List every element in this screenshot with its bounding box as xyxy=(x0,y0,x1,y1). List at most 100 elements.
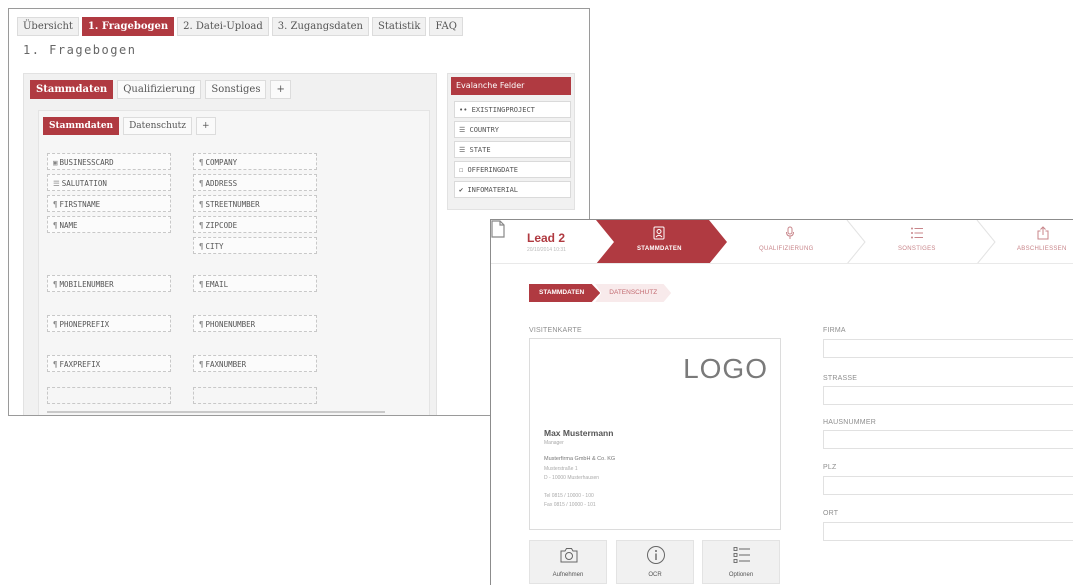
field-phoneprefix[interactable]: ¶ PHONEPREFIX xyxy=(47,315,171,332)
select-field-icon: ☰ xyxy=(53,179,60,188)
tab-zugangsdaten[interactable]: 3. Zugangsdaten xyxy=(271,17,369,36)
tab-datenschutz[interactable]: DATENSCHUTZ xyxy=(595,284,672,302)
field-zipcode[interactable]: ¶ ZIPCODE xyxy=(193,216,317,233)
text-field-icon: ¶ xyxy=(199,158,204,167)
options-list-icon xyxy=(733,547,750,563)
field-mobilenumber[interactable]: ¶ MOBILENUMBER xyxy=(47,275,171,292)
lead-title: Lead 2 xyxy=(527,231,566,245)
text-field-icon: ¶ xyxy=(53,320,58,329)
field-label: PHONEPREFIX xyxy=(59,320,110,329)
questionnaire-panel: Stammdaten Qualifizierung Sonstiges + St… xyxy=(23,73,437,415)
strasse-field[interactable] xyxy=(823,386,1073,405)
add-section-button[interactable]: + xyxy=(270,80,291,99)
contact-card-icon xyxy=(653,226,665,240)
empty-drop-zone[interactable] xyxy=(193,387,317,404)
text-field-icon: ¶ xyxy=(199,320,204,329)
options-label: Optionen xyxy=(728,572,754,578)
section-tab-stammdaten[interactable]: Stammdaten xyxy=(30,80,114,99)
field-city[interactable]: ¶ CITY xyxy=(193,237,317,254)
field-name[interactable]: ¶ NAME xyxy=(47,216,171,233)
card-logo: LOGO xyxy=(683,353,768,384)
page-tab-datenschutz[interactable]: Datenschutz xyxy=(123,117,193,135)
ocr-label: OCR xyxy=(648,572,662,578)
hausnummer-field[interactable] xyxy=(823,430,1073,449)
field-offeringdate[interactable]: ☐ OFFERINGDATE xyxy=(454,161,571,178)
main-tab-bar: Übersicht 1. Fragebogen 2. Datei-Upload … xyxy=(17,17,463,36)
tab-faq[interactable]: FAQ xyxy=(429,17,463,36)
field-infomaterial[interactable]: ✔ INFOMATERIAL xyxy=(454,181,571,198)
empty-drop-zone[interactable] xyxy=(47,387,171,404)
firma-field[interactable] xyxy=(823,339,1073,358)
field-businesscard[interactable]: ▣ BUSINESSCARD xyxy=(47,153,171,170)
options-button[interactable]: Optionen xyxy=(702,540,780,584)
field-state[interactable]: ☰ STATE xyxy=(454,141,571,158)
text-field-icon: ¶ xyxy=(199,242,204,251)
ort-label: ORT xyxy=(823,510,839,517)
field-label: BUSINESSCARD xyxy=(59,158,114,167)
step-label: SONSTIGES xyxy=(898,246,936,252)
strasse-label: STRASSE xyxy=(823,375,858,382)
field-firstname[interactable]: ¶ FIRSTNAME xyxy=(47,195,171,212)
firma-label: FIRMA xyxy=(823,327,846,334)
ort-field[interactable] xyxy=(823,522,1073,541)
field-label: COMPANY xyxy=(205,158,238,167)
select-field-icon: ☰ xyxy=(459,146,466,154)
microphone-icon xyxy=(786,226,794,239)
field-salutation[interactable]: ☰ SALUTATION xyxy=(47,174,171,191)
field-company[interactable]: ¶ COMPANY xyxy=(193,153,317,170)
tab-datei-upload[interactable]: 2. Datei-Upload xyxy=(177,17,269,36)
add-page-button[interactable]: + xyxy=(196,117,216,135)
tab-fragebogen[interactable]: 1. Fragebogen xyxy=(81,17,175,36)
page-tab-stammdaten[interactable]: Stammdaten xyxy=(43,117,120,135)
hausnummer-label: HAUSNUMMER xyxy=(823,419,876,426)
card-person-role: Manager xyxy=(544,440,564,446)
step-progress-bar: Lead 2 20/10/2014 10:31 STAMMDATEN QUALI… xyxy=(491,220,1073,264)
field-faxprefix[interactable]: ¶ FAXPREFIX xyxy=(47,355,171,372)
card-person-name: Max Mustermann xyxy=(544,428,614,438)
card-phone: Tel 0815 / 10000 - 100 xyxy=(544,493,594,499)
field-label: MOBILENUMBER xyxy=(59,280,114,289)
step-label: QUALIFIZIERUNG xyxy=(759,246,814,252)
field-email[interactable]: ¶ EMAIL xyxy=(193,275,317,292)
page-title: 1. Fragebogen xyxy=(23,43,137,57)
field-label: FAXPREFIX xyxy=(59,360,101,369)
field-label: FAXNUMBER xyxy=(205,360,247,369)
business-card-preview[interactable]: LOGO Max Mustermann Manager Musterfirma … xyxy=(529,338,781,530)
field-label: OFFERINGDATE xyxy=(467,166,519,174)
field-phonenumber[interactable]: ¶ PHONENUMBER xyxy=(193,315,317,332)
page-tab-bar: Stammdaten Datenschutz + xyxy=(43,117,216,135)
multi-option-icon: •• xyxy=(459,106,468,114)
share-icon xyxy=(1037,226,1049,240)
card-street: Musterstraße 1 xyxy=(544,466,578,472)
capture-photo-button[interactable]: Aufnehmen xyxy=(529,540,607,584)
section-tab-bar: Stammdaten Qualifizierung Sonstiges + xyxy=(30,80,291,99)
business-card-label: VISITENKARTE xyxy=(529,327,582,334)
document-icon xyxy=(491,220,505,238)
checkbox-field-icon: ✔ xyxy=(459,186,464,194)
tab-uebersicht[interactable]: Übersicht xyxy=(17,17,79,36)
field-country[interactable]: ☰ COUNTRY xyxy=(454,121,571,138)
text-field-icon: ¶ xyxy=(53,280,58,289)
date-field-icon: ☐ xyxy=(459,166,464,174)
section-tab-sonstiges[interactable]: Sonstiges xyxy=(205,80,267,99)
divider xyxy=(47,411,385,413)
info-icon xyxy=(647,546,665,564)
camera-icon xyxy=(560,548,578,563)
field-streetnumber[interactable]: ¶ STREETNUMBER xyxy=(193,195,317,212)
plz-field[interactable] xyxy=(823,476,1073,495)
field-existingproject[interactable]: •• EXISTINGPROJECT xyxy=(454,101,571,118)
tab-statistik[interactable]: Statistik xyxy=(371,17,427,36)
field-label: STATE xyxy=(469,146,491,154)
tab-stammdaten[interactable]: STAMMDATEN xyxy=(529,284,601,302)
field-address[interactable]: ¶ ADDRESS xyxy=(193,174,317,191)
evalanche-fields-title: Evalanche Felder xyxy=(451,77,571,95)
image-field-icon: ▣ xyxy=(53,158,58,167)
field-label: NAME xyxy=(59,221,78,230)
page-panel: Stammdaten Datenschutz + ▣ BUSINESSCARD ☰… xyxy=(38,110,430,415)
text-field-icon: ¶ xyxy=(53,200,58,209)
section-tab-qualifizierung[interactable]: Qualifizierung xyxy=(117,80,202,99)
field-faxnumber[interactable]: ¶ FAXNUMBER xyxy=(193,355,317,372)
evalanche-fields-panel: Evalanche Felder •• EXISTINGPROJECT ☰ CO… xyxy=(447,73,575,210)
text-field-icon: ¶ xyxy=(199,280,204,289)
ocr-button[interactable]: OCR xyxy=(616,540,694,584)
